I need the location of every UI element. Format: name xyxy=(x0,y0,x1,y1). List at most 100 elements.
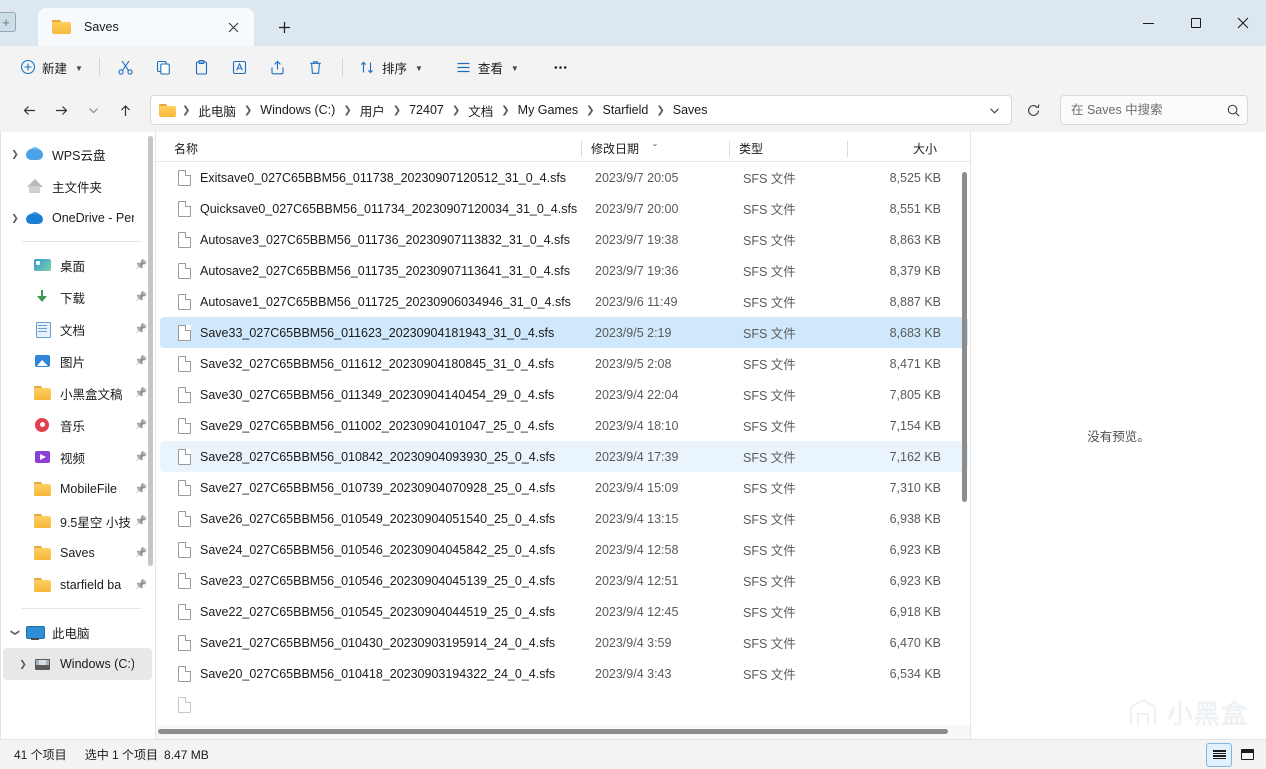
sidebar-item--[interactable]: 下载 📌 xyxy=(3,281,152,313)
breadcrumb-item-3[interactable]: 72407 xyxy=(404,100,449,120)
column-header-size[interactable]: 大小 xyxy=(847,138,947,160)
sidebar-scrollbar-thumb[interactable] xyxy=(148,136,153,566)
chevron-down-icon[interactable]: ❯ xyxy=(11,622,21,642)
table-row[interactable]: Save30_027C65BBM56_011349_20230904140454… xyxy=(160,379,968,410)
breadcrumb[interactable]: ❯ 此电脑 ❯ Windows (C:) ❯ 用户 ❯ 72407 ❯ 文档 ❯… xyxy=(150,95,1012,125)
tab-saves[interactable]: Saves xyxy=(38,8,254,46)
pin-icon[interactable]: 📌 xyxy=(134,324,148,335)
forward-button[interactable] xyxy=(46,95,76,125)
breadcrumb-item-5[interactable]: My Games xyxy=(513,100,583,120)
breadcrumb-item-2[interactable]: 用户 xyxy=(355,98,390,123)
table-row-partial[interactable] xyxy=(160,689,968,720)
cell-type: SFS 文件 xyxy=(743,482,796,496)
breadcrumb-item-7[interactable]: Saves xyxy=(668,100,713,120)
sidebar-item--[interactable]: 图片 📌 xyxy=(3,345,152,377)
new-button[interactable]: 新建 ▼ xyxy=(12,52,91,82)
column-header-date[interactable]: ⌄ 修改日期 xyxy=(581,138,729,160)
sidebar-item-windows-c-[interactable]: ❯ Windows (C:) xyxy=(3,648,152,680)
details-view-button[interactable] xyxy=(1206,742,1232,767)
table-row[interactable]: Save27_027C65BBM56_010739_20230904070928… xyxy=(160,472,968,503)
delete-button[interactable] xyxy=(298,52,334,82)
pin-icon[interactable]: 📌 xyxy=(134,516,148,527)
table-row[interactable]: Save28_027C65BBM56_010842_20230904093930… xyxy=(160,441,968,472)
maximize-button[interactable] xyxy=(1172,0,1219,46)
breadcrumb-item-1[interactable]: Windows (C:) xyxy=(255,100,340,120)
pin-icon[interactable]: 📌 xyxy=(134,484,148,495)
search-box[interactable] xyxy=(1060,95,1248,125)
sidebar-item--[interactable]: 主文件夹 xyxy=(3,170,152,202)
pin-icon[interactable]: 📌 xyxy=(134,356,148,367)
table-row[interactable]: Autosave1_027C65BBM56_011725_20230906034… xyxy=(160,286,968,317)
sidebar-scrollbar[interactable] xyxy=(148,136,153,719)
file-list-horizontal-scrollbar[interactable] xyxy=(156,725,970,739)
search-input[interactable] xyxy=(1071,103,1226,117)
table-row[interactable]: Save23_027C65BBM56_010546_20230904045139… xyxy=(160,565,968,596)
horizontal-scrollbar-thumb[interactable] xyxy=(158,729,949,734)
table-row[interactable]: Save20_027C65BBM56_010418_20230903194322… xyxy=(160,658,968,689)
chevron-right-icon[interactable]: ❯ xyxy=(13,659,33,669)
sidebar-item-starfield-ba[interactable]: starfield ba 📌 xyxy=(3,569,152,601)
pin-icon[interactable]: 📌 xyxy=(134,580,148,591)
up-button[interactable] xyxy=(110,95,140,125)
sidebar-item--[interactable]: 文档 📌 xyxy=(3,313,152,345)
file-list-vertical-scrollbar[interactable] xyxy=(961,166,968,717)
pin-icon[interactable]: 📌 xyxy=(134,548,148,559)
new-tab-button[interactable] xyxy=(268,11,300,43)
sidebar-item--[interactable]: 视频 📌 xyxy=(3,441,152,473)
pin-icon[interactable]: 📌 xyxy=(134,260,148,271)
table-row[interactable]: Autosave3_027C65BBM56_011736_20230907113… xyxy=(160,224,968,255)
sort-button[interactable]: 排序 ▼ xyxy=(351,52,431,82)
pin-icon[interactable]: 📌 xyxy=(134,452,148,463)
table-row[interactable]: Save29_027C65BBM56_011002_20230904101047… xyxy=(160,410,968,441)
close-button[interactable] xyxy=(1219,0,1266,46)
table-row[interactable]: Save33_027C65BBM56_011623_20230904181943… xyxy=(160,317,968,348)
minimize-button[interactable] xyxy=(1125,0,1172,46)
breadcrumb-item-4[interactable]: 文档 xyxy=(463,98,498,123)
copy-button[interactable] xyxy=(146,52,182,82)
view-button[interactable]: 查看 ▼ xyxy=(447,52,527,82)
pin-icon[interactable]: 📌 xyxy=(134,292,148,303)
pin-icon[interactable]: 📌 xyxy=(134,420,148,431)
pin-icon[interactable]: 📌 xyxy=(134,388,148,399)
table-row[interactable]: Save24_027C65BBM56_010546_20230904045842… xyxy=(160,534,968,565)
breadcrumb-item-6[interactable]: Starfield xyxy=(598,100,654,120)
close-tab-icon[interactable] xyxy=(220,14,246,40)
sidebar-item-mobilefile[interactable]: MobileFile 📌 xyxy=(3,473,152,505)
sidebar-item--[interactable]: 音乐 📌 xyxy=(3,409,152,441)
table-row[interactable]: Autosave2_027C65BBM56_011735_20230907113… xyxy=(160,255,968,286)
sidebar-item-onedrive-per[interactable]: ❯ OneDrive - Per xyxy=(3,202,152,234)
column-header-name[interactable]: 名称 xyxy=(164,138,581,160)
sidebar-item--[interactable]: 小黑盒文稿 📌 xyxy=(3,377,152,409)
refresh-button[interactable] xyxy=(1018,95,1048,125)
recent-locations-button[interactable] xyxy=(78,95,108,125)
breadcrumb-item-0[interactable]: 此电脑 xyxy=(193,98,241,123)
cut-button[interactable] xyxy=(108,52,144,82)
table-row[interactable]: Save22_027C65BBM56_010545_20230904044519… xyxy=(160,596,968,627)
sidebar-item-9-5-[interactable]: 9.5星空 小技 📌 xyxy=(3,505,152,537)
breadcrumb-dropdown-icon[interactable] xyxy=(981,97,1007,123)
sidebar-item-label: 主文件夹 xyxy=(52,180,103,195)
table-row[interactable]: Save21_027C65BBM56_010430_20230903195914… xyxy=(160,627,968,658)
sidebar-item-wps-[interactable]: ❯ WPS云盘 xyxy=(3,138,152,170)
sidebar-item-label: 文档 xyxy=(60,323,86,338)
vertical-scrollbar-thumb[interactable] xyxy=(962,172,967,502)
sidebar-item--[interactable]: ❯ 此电脑 xyxy=(3,616,152,648)
table-row[interactable]: Save26_027C65BBM56_010549_20230904051540… xyxy=(160,503,968,534)
file-rows[interactable]: Exitsave0_027C65BBM56_011738_20230907120… xyxy=(156,162,970,739)
chevron-right-icon[interactable]: ❯ xyxy=(5,149,25,159)
rename-button[interactable] xyxy=(222,52,258,82)
back-button[interactable] xyxy=(14,95,44,125)
more-options-button[interactable] xyxy=(543,52,579,82)
paste-button[interactable] xyxy=(184,52,220,82)
table-row[interactable]: Quicksave0_027C65BBM56_011734_2023090712… xyxy=(160,193,968,224)
table-row[interactable]: Save32_027C65BBM56_011612_20230904180845… xyxy=(160,348,968,379)
sidebar-item--[interactable]: 桌面 📌 xyxy=(3,249,152,281)
share-button[interactable] xyxy=(260,52,296,82)
navigation-pane[interactable]: ❯ WPS云盘 主文件夹 ❯ OneDrive - Per 桌面 📌 下载 📌 文档 📌 图片 📌 小黑盒… xyxy=(0,132,155,739)
sidebar-item-saves[interactable]: Saves 📌 xyxy=(3,537,152,569)
add-tab-edge-icon[interactable]: + xyxy=(0,12,16,32)
column-header-type[interactable]: 类型 xyxy=(729,138,847,160)
chevron-right-icon[interactable]: ❯ xyxy=(5,213,25,223)
large-icons-view-button[interactable] xyxy=(1234,743,1260,767)
table-row[interactable]: Exitsave0_027C65BBM56_011738_20230907120… xyxy=(160,162,968,193)
